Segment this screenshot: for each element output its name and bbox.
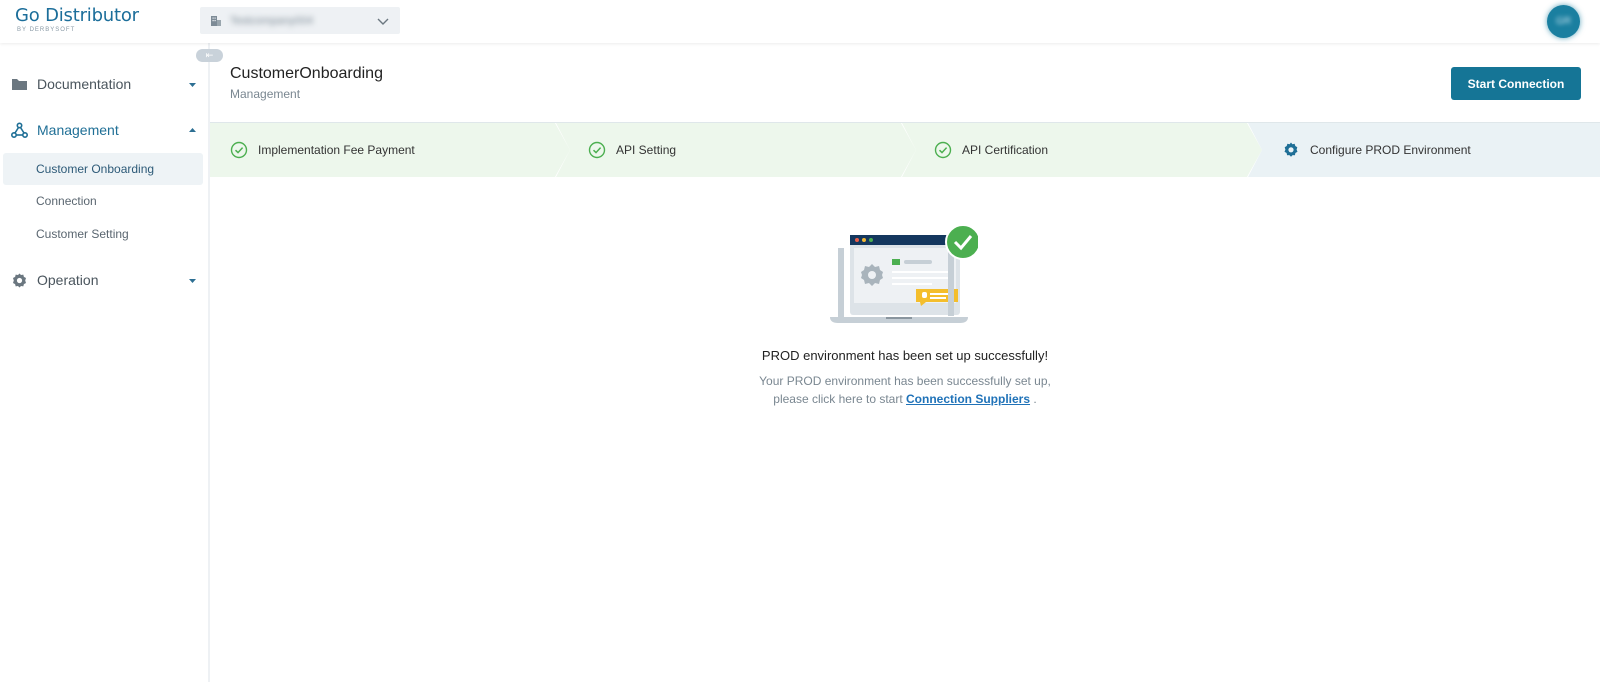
success-desc-line2: please click here to start Connection Su…: [210, 390, 1600, 408]
app-logo[interactable]: Go Distributor BY DERBYSOFT: [15, 5, 139, 33]
logo-title: Go Distributor: [15, 5, 139, 26]
step-label: API Certification: [962, 143, 1049, 157]
sidebar-item-label: Customer Onboarding: [36, 162, 155, 176]
building-icon: [211, 15, 221, 26]
gear-icon: [1284, 142, 1298, 157]
breadcrumb[interactable]: Management: [230, 87, 300, 101]
check-circle-icon: [588, 141, 606, 159]
success-desc-prefix: please click here to start: [773, 392, 903, 406]
avatar-initials: GR: [1556, 16, 1571, 27]
step-implementation-fee[interactable]: Implementation Fee Payment: [210, 123, 570, 177]
sidebar: Documentation Management Customer Onboar…: [0, 43, 210, 682]
sidebar-group-label: Operation: [37, 272, 99, 288]
logo-subtitle: BY DERBYSOFT: [17, 27, 76, 33]
step-background: [902, 123, 1262, 177]
success-desc-line1: Your PROD environment has been successfu…: [759, 374, 1051, 388]
progress-steps: Implementation Fee Payment API Setting A…: [210, 122, 1600, 177]
connection-suppliers-link[interactable]: Connection Suppliers: [906, 392, 1030, 406]
company-name: Testcompany004: [230, 14, 314, 27]
sidebar-item-customer-setting[interactable]: Customer Setting: [3, 218, 203, 250]
success-desc-suffix: .: [1033, 392, 1037, 406]
step-background: [556, 123, 916, 177]
sidebar-group-operation[interactable]: Operation: [0, 265, 210, 295]
sidebar-group-label: Documentation: [37, 76, 132, 92]
step-label: API Setting: [616, 143, 677, 157]
sidebar-item-customer-onboarding[interactable]: Customer Onboarding: [3, 153, 203, 185]
collapse-sidebar-button[interactable]: ⇤: [196, 49, 223, 62]
caret-up-icon: [189, 127, 196, 132]
gear-icon: [13, 273, 26, 287]
sidebar-item-connection[interactable]: Connection: [3, 185, 203, 217]
sidebar-item-label: Connection: [36, 194, 97, 208]
step-api-certification[interactable]: API Certification: [902, 123, 1262, 177]
company-selector[interactable]: Testcompany004: [200, 7, 400, 34]
sidebar-group-management[interactable]: Management: [0, 115, 210, 145]
main-content: CustomerOnboarding Management Start Conn…: [210, 43, 1600, 682]
step-api-setting[interactable]: API Setting: [556, 123, 916, 177]
laptop-success-illustration: [830, 224, 978, 323]
success-title: PROD environment has been set up success…: [761, 348, 1049, 363]
top-bar: Go Distributor BY DERBYSOFT Testcompany0…: [0, 0, 1600, 43]
step-label: Configure PROD Environment: [1310, 143, 1471, 157]
collapse-icon: ⇤: [205, 50, 214, 60]
check-circle-icon: [230, 141, 248, 159]
caret-down-icon: [189, 82, 196, 87]
hub-icon: [11, 121, 28, 138]
user-avatar[interactable]: GR: [1547, 5, 1580, 38]
sidebar-item-label: Customer Setting: [36, 227, 129, 241]
sidebar-group-label: Management: [37, 122, 119, 138]
caret-down-icon: [189, 278, 196, 283]
success-description: Your PROD environment has been successfu…: [210, 372, 1600, 408]
chevron-down-icon: [377, 18, 389, 25]
folder-icon: [12, 78, 27, 90]
step-label: Implementation Fee Payment: [258, 143, 415, 157]
start-connection-button[interactable]: Start Connection: [1451, 67, 1581, 100]
step-configure-prod[interactable]: Configure PROD Environment: [1248, 123, 1600, 177]
page-title: CustomerOnboarding: [230, 65, 383, 82]
sidebar-group-documentation[interactable]: Documentation: [0, 69, 210, 99]
check-circle-icon: [934, 141, 952, 159]
